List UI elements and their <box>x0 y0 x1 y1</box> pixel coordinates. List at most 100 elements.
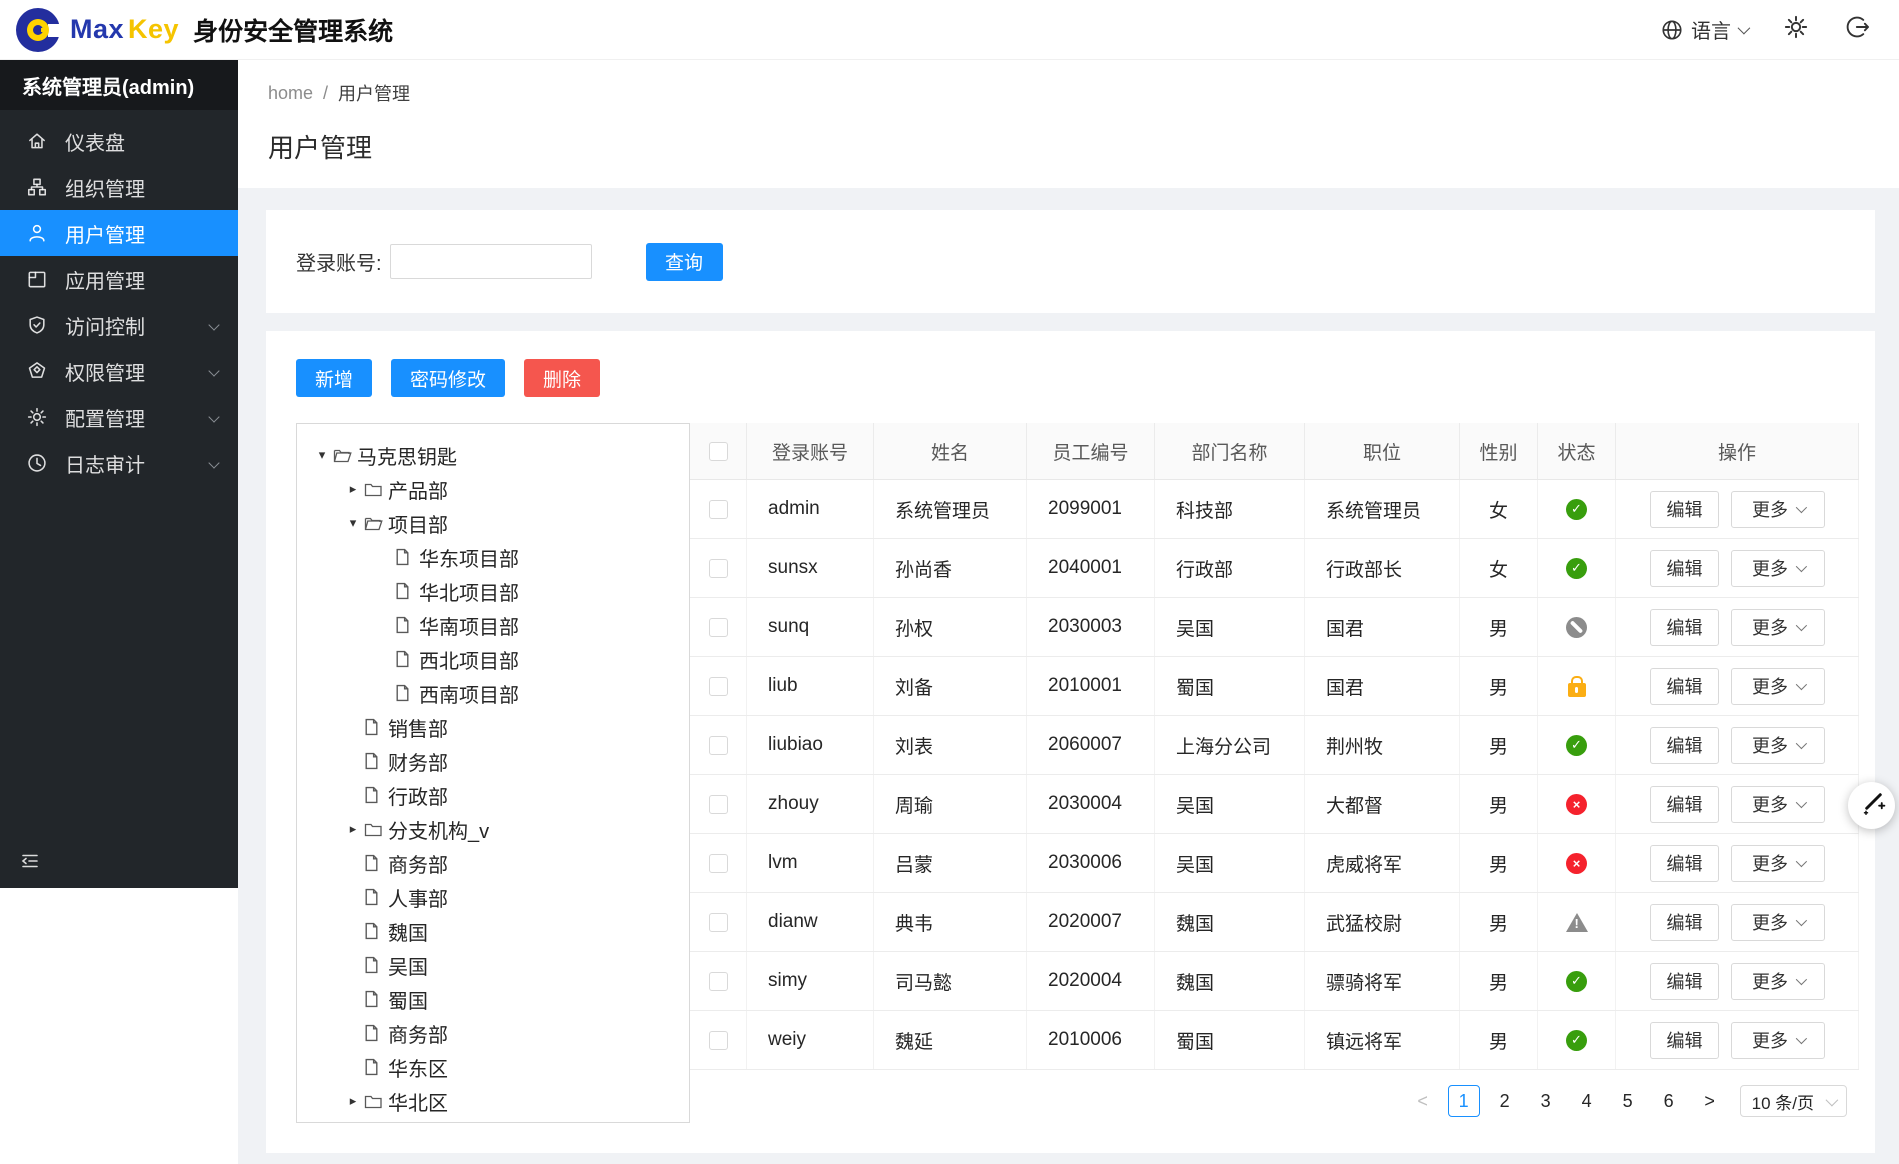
tree-caret-icon[interactable]: ▸ <box>342 481 364 497</box>
tree-node[interactable]: 商务部 <box>303 846 683 880</box>
delete-button[interactable]: 删除 <box>524 359 601 397</box>
tree-node[interactable]: 华北项目部 <box>303 574 683 608</box>
tree-node[interactable]: 华东区 <box>303 1050 683 1084</box>
prev-page-button[interactable]: < <box>1407 1085 1439 1117</box>
page-button-3[interactable]: 3 <box>1530 1085 1562 1117</box>
page-button-4[interactable]: 4 <box>1571 1085 1603 1117</box>
tree-node[interactable]: ▸ 华北区 <box>303 1084 683 1118</box>
add-button[interactable]: 新增 <box>296 359 373 397</box>
chevron-down-icon <box>208 411 220 423</box>
row-checkbox[interactable] <box>708 794 728 814</box>
more-button[interactable]: 更多 <box>1731 490 1825 528</box>
page-button-1[interactable]: 1 <box>1447 1085 1480 1117</box>
tree-node[interactable]: 吴国 <box>303 948 683 982</box>
sidebar-item-7[interactable]: 日志审计 <box>0 440 238 486</box>
assistant-fab-button[interactable] <box>1848 782 1895 829</box>
edit-button[interactable]: 编辑 <box>1650 1021 1719 1059</box>
sidebar-item-3[interactable]: 应用管理 <box>0 256 238 302</box>
next-page-button[interactable]: > <box>1694 1085 1726 1117</box>
row-checkbox[interactable] <box>708 912 728 932</box>
more-label: 更多 <box>1752 913 1788 933</box>
sidebar-item-label: 仪表盘 <box>65 132 125 155</box>
edit-button[interactable]: 编辑 <box>1650 490 1719 528</box>
row-checkbox[interactable] <box>708 1030 728 1050</box>
more-button[interactable]: 更多 <box>1731 667 1825 705</box>
edit-button[interactable]: 编辑 <box>1650 785 1719 823</box>
more-button[interactable]: 更多 <box>1731 962 1825 1000</box>
edit-button[interactable]: 编辑 <box>1650 667 1719 705</box>
sidebar-item-2[interactable]: 用户管理 <box>0 210 238 256</box>
edit-button[interactable]: 编辑 <box>1650 726 1719 764</box>
chevron-down-icon <box>1795 619 1808 632</box>
tree-caret-icon[interactable]: ▸ <box>342 1093 364 1109</box>
edit-button[interactable]: 编辑 <box>1650 608 1719 646</box>
sidebar-item-5[interactable]: 权限管理 <box>0 348 238 394</box>
tree-node[interactable]: 华南项目部 <box>303 608 683 642</box>
logout-button[interactable] <box>1845 14 1871 45</box>
more-button[interactable]: 更多 <box>1731 549 1825 587</box>
sidebar-item-6[interactable]: 配置管理 <box>0 394 238 440</box>
tree-caret-icon[interactable]: ▾ <box>342 515 364 531</box>
page-button-5[interactable]: 5 <box>1612 1085 1644 1117</box>
row-checkbox[interactable] <box>708 971 728 991</box>
edit-button[interactable]: 编辑 <box>1650 903 1719 941</box>
tree-node[interactable]: 行政部 <box>303 778 683 812</box>
cell-status: × <box>1538 775 1616 833</box>
file-icon <box>364 854 388 872</box>
tree-node[interactable]: ▾ 项目部 <box>303 506 683 540</box>
row-checkbox[interactable] <box>708 558 728 578</box>
tree-node[interactable]: 魏国 <box>303 914 683 948</box>
more-button[interactable]: 更多 <box>1731 1021 1825 1059</box>
tree-node[interactable]: 西南项目部 <box>303 676 683 710</box>
tree-node[interactable]: ▸ 产品部 <box>303 472 683 506</box>
maxkey-logo-icon <box>16 7 62 52</box>
cell-position: 荆州牧 <box>1305 716 1460 774</box>
tree-node[interactable]: 商务部 <box>303 1016 683 1050</box>
select-all-checkbox[interactable] <box>708 441 728 461</box>
tree-node[interactable]: 销售部 <box>303 710 683 744</box>
breadcrumb-home-link[interactable]: home <box>268 83 313 104</box>
more-button[interactable]: 更多 <box>1731 726 1825 764</box>
tree-caret-icon[interactable]: ▾ <box>311 447 333 463</box>
cell-employee-id: 2030006 <box>1027 834 1155 892</box>
page-size-select[interactable]: 10 条/页 <box>1739 1085 1847 1117</box>
tree-node[interactable]: 蜀国 <box>303 982 683 1016</box>
change-password-button[interactable]: 密码修改 <box>391 359 506 397</box>
more-button[interactable]: 更多 <box>1731 785 1825 823</box>
page-button-6[interactable]: 6 <box>1653 1085 1685 1117</box>
query-button[interactable]: 查询 <box>645 242 723 281</box>
org-tree: ▾ 马克思钥匙 ▸ 产品部 ▾ 项目部 华东项目部 华北项目部 华南项目部 西北项目部 西南项目部销… <box>296 423 690 1123</box>
brand-max: Max <box>70 14 125 44</box>
tree-node[interactable]: 西北项目部 <box>303 642 683 676</box>
edit-button[interactable]: 编辑 <box>1650 844 1719 882</box>
row-checkbox[interactable] <box>708 853 728 873</box>
more-button[interactable]: 更多 <box>1731 844 1825 882</box>
settings-button[interactable] <box>1783 14 1809 45</box>
edit-button[interactable]: 编辑 <box>1650 962 1719 1000</box>
tree-node[interactable]: 财务部 <box>303 744 683 778</box>
sidebar-item-0[interactable]: 仪表盘 <box>0 118 238 164</box>
col-username: 登录账号 <box>747 423 874 479</box>
more-button[interactable]: 更多 <box>1731 608 1825 646</box>
login-account-input[interactable] <box>389 244 592 279</box>
sidebar-item-1[interactable]: 组织管理 <box>0 164 238 210</box>
tree-caret-icon[interactable]: ▸ <box>342 821 364 837</box>
row-checkbox[interactable] <box>708 617 728 637</box>
language-menu[interactable]: 语言 <box>1660 15 1751 44</box>
tree-node[interactable]: ▸ 分支机构_v <box>303 812 683 846</box>
row-checkbox[interactable] <box>708 676 728 696</box>
tree-node[interactable]: ▾ 马克思钥匙 <box>303 438 683 472</box>
status-locked-icon <box>1567 675 1586 697</box>
row-checkbox[interactable] <box>708 499 728 519</box>
tree-node[interactable]: 华东项目部 <box>303 540 683 574</box>
page-button-2[interactable]: 2 <box>1489 1085 1521 1117</box>
more-button[interactable]: 更多 <box>1731 903 1825 941</box>
tree-node[interactable]: ▸华南区 <box>303 1118 683 1122</box>
collapse-sidebar-button[interactable] <box>20 851 40 876</box>
more-label: 更多 <box>1752 1031 1788 1051</box>
row-checkbox[interactable] <box>708 735 728 755</box>
sidebar-item-4[interactable]: 访问控制 <box>0 302 238 348</box>
edit-button[interactable]: 编辑 <box>1650 549 1719 587</box>
tree-node[interactable]: 人事部 <box>303 880 683 914</box>
file-icon <box>364 752 388 770</box>
